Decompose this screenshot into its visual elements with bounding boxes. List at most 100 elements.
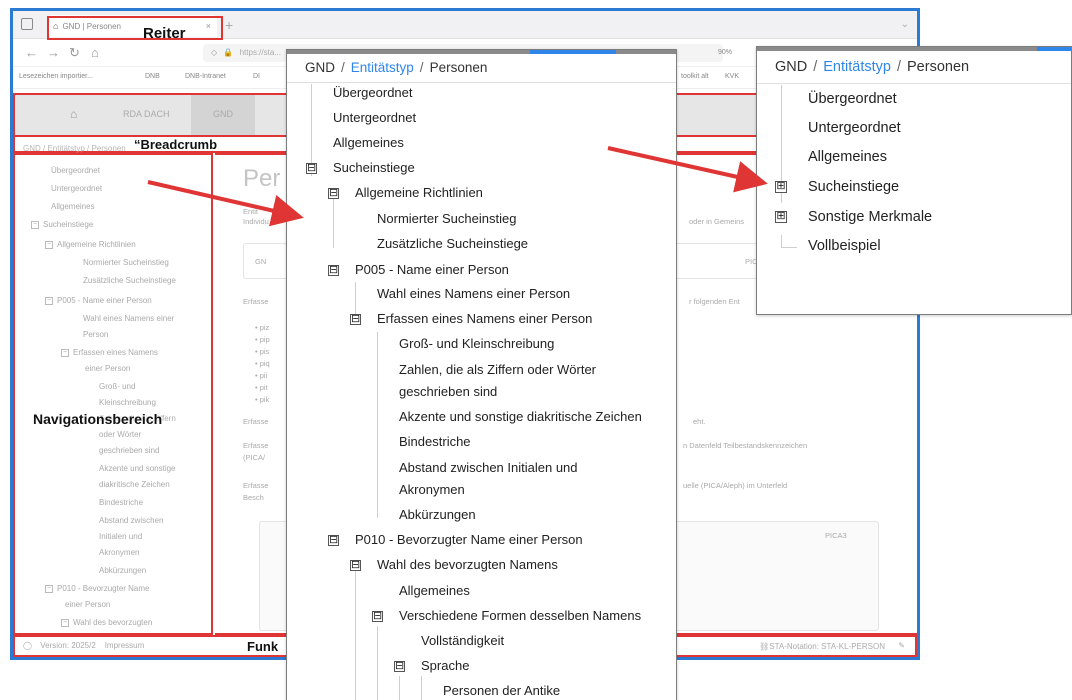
tree-item-zahlen-cont[interactable]: geschrieben sind [399, 382, 497, 402]
collapse-icon[interactable]: ⊟ [328, 535, 339, 546]
tree-item-allgemeines[interactable]: Allgemeines [808, 147, 887, 167]
nav-rda-dach[interactable]: RDA DACH [123, 109, 170, 119]
collapse-icon[interactable]: ⊟ [328, 188, 339, 199]
breadcrumb-entitaetstyp[interactable]: Entitätstyp [823, 59, 891, 75]
tree-item-allgemeines[interactable]: Allgemeines [333, 133, 404, 153]
nav-item[interactable]: − P010 - Bevorzugter Name [45, 583, 150, 594]
collapse-icon[interactable]: − [61, 348, 69, 357]
breadcrumb-gnd[interactable]: GND [305, 60, 335, 75]
tree-item-allgemeines-2[interactable]: Allgemeines [399, 581, 470, 601]
tree-item-sonstige-merkmale[interactable]: Sonstige Merkmale [808, 207, 932, 227]
bookmark-item[interactable]: KVK [725, 73, 739, 80]
breadcrumb-entitaetstyp[interactable]: Entitätstyp [351, 60, 414, 75]
new-tab-button[interactable]: + [225, 17, 233, 33]
nav-item[interactable]: Untergeordnet [51, 183, 102, 194]
nav-item[interactable]: geschrieben sind [99, 445, 159, 456]
tree-item-wahl-eines-namens[interactable]: Wahl eines Namens einer Person [377, 284, 570, 304]
nav-item[interactable]: einer Person [85, 363, 130, 374]
tree-item-akzente[interactable]: Akzente und sonstige diakritische Zeiche… [399, 407, 642, 427]
breadcrumb-gnd[interactable]: GND [775, 59, 807, 75]
tree-item-uebergeordnet[interactable]: Übergeordnet [333, 83, 413, 103]
bookmark-item[interactable]: DNB-Intranet [185, 73, 226, 80]
breadcrumb-annotation-label: “Breadcrumb [133, 137, 218, 152]
expand-icon[interactable]: ⊞ [775, 211, 787, 223]
nav-gnd[interactable]: GND [191, 95, 255, 135]
footer-impressum-link[interactable]: Impressum [105, 641, 145, 650]
collapse-icon[interactable]: − [61, 618, 69, 627]
tree-item-allgemeine-richtlinien[interactable]: Allgemeine Richtlinien [355, 183, 483, 203]
nav-item[interactable]: diakritische Zeichen [99, 479, 170, 490]
tree-item-untergeordnet[interactable]: Untergeordnet [333, 108, 416, 128]
tree-item-personen-der-antike[interactable]: Personen der Antike [443, 681, 560, 700]
nav-item[interactable]: Akzente und sonstige [99, 463, 176, 474]
tree-item-normierter-sucheinstieg[interactable]: Normierter Sucheinstieg [377, 209, 516, 229]
collapse-icon[interactable]: − [31, 220, 39, 229]
bookmark-item[interactable]: DNB [145, 73, 160, 80]
breadcrumb-entitaetstyp[interactable]: Entitätstyp [47, 144, 84, 153]
forward-icon[interactable]: → [47, 45, 60, 60]
reload-icon[interactable]: ↻ [69, 45, 80, 61]
nav-item[interactable]: einer Person [65, 599, 110, 610]
nav-item[interactable]: Zusätzliche Sucheinstiege [83, 275, 176, 286]
collapse-icon[interactable]: − [45, 584, 53, 593]
nav-item[interactable]: Normierter Sucheinstieg [83, 257, 169, 268]
tree-item-bindestriche[interactable]: Bindestriche [399, 432, 471, 452]
collapse-icon[interactable]: ⊟ [350, 314, 361, 325]
tree-item-abstand[interactable]: Abstand zwischen Initialen und [399, 458, 578, 478]
collapse-icon[interactable]: − [45, 296, 53, 305]
tree-item-vollbeispiel[interactable]: Vollbeispiel [808, 236, 881, 256]
collapse-icon[interactable]: ⊟ [372, 611, 383, 622]
tree-item-erfassen-eines-namens[interactable]: Erfassen eines Namens einer Person [377, 309, 592, 329]
nav-item[interactable]: Übergeordnet [51, 165, 100, 176]
tree-item-p005[interactable]: P005 - Name einer Person [355, 260, 509, 280]
breadcrumb-gnd[interactable]: GND [23, 144, 41, 153]
nav-item[interactable]: Wahl eines Namens einer [83, 313, 174, 324]
bookmark-item[interactable]: toolkit alt [681, 73, 709, 80]
tree-item-zusaetzliche-sucheinstiege[interactable]: Zusätzliche Sucheinstiege [377, 234, 528, 254]
tab-list-icon[interactable]: ⌄ [901, 19, 909, 30]
tree-item-untergeordnet[interactable]: Untergeordnet [808, 118, 901, 138]
tree-item-wahl-des-bevorzugten[interactable]: Wahl des bevorzugten Namens [377, 555, 558, 575]
expand-icon[interactable]: ⊞ [775, 181, 787, 193]
tree-item-gross-kleinschreibung[interactable]: Groß- und Kleinschreibung [399, 334, 554, 354]
collapse-icon[interactable]: ⊟ [328, 265, 339, 276]
edit-icon[interactable]: ✎ [898, 641, 905, 650]
nav-item[interactable]: Abkürzungen [99, 565, 146, 576]
tree-item-p010[interactable]: P010 - Bevorzugter Name einer Person [355, 530, 583, 550]
nav-item[interactable]: − P005 - Name einer Person [45, 295, 152, 306]
collapse-icon[interactable]: ⊟ [394, 661, 405, 672]
tree-item-vollstaendigkeit[interactable]: Vollständigkeit [421, 631, 504, 651]
tree-item-abkuerzungen[interactable]: Abkürzungen [399, 505, 476, 525]
nav-item[interactable]: oder Wörter [99, 429, 141, 440]
nav-item[interactable]: Kleinschreibung [99, 397, 156, 408]
tree-item-sprache[interactable]: Sprache [421, 656, 469, 676]
collapse-icon[interactable]: − [45, 240, 53, 249]
nav-item[interactable]: Bindestriche [99, 497, 143, 508]
tree-item-sucheinstiege[interactable]: Sucheinstiege [808, 177, 899, 197]
zoom-level[interactable]: 90% [718, 49, 732, 56]
tree-item-verschiedene-formen[interactable]: Verschiedene Formen desselben Namens [399, 606, 641, 626]
site-home-icon[interactable]: ⌂ [70, 107, 77, 121]
nav-item[interactable]: − Erfassen eines Namens [61, 347, 158, 358]
nav-item[interactable]: − Allgemeine Richtlinien [45, 239, 136, 250]
nav-item[interactable]: Person [83, 329, 108, 340]
nav-item[interactable]: Groß- und [99, 381, 135, 392]
bookmark-item[interactable]: Lesezeichen importier... [19, 73, 93, 80]
nav-item[interactable]: − Wahl des bevorzugten [61, 617, 152, 628]
github-icon[interactable]: ◯ [23, 641, 32, 650]
tree-item-abstand-cont[interactable]: Akronymen [399, 480, 465, 500]
nav-item[interactable]: Akronymen [99, 547, 139, 558]
collapse-icon[interactable]: ⊟ [306, 163, 317, 174]
nav-item[interactable]: − Sucheinstiege [31, 219, 93, 230]
bookmark-item[interactable]: DI [253, 73, 260, 80]
tree-item-uebergeordnet[interactable]: Übergeordnet [808, 89, 897, 109]
back-icon[interactable]: ← [25, 45, 38, 60]
tree-item-sucheinstiege[interactable]: Sucheinstiege [333, 158, 415, 178]
nav-item[interactable]: Allgemeines [51, 201, 95, 212]
tree-item-zahlen[interactable]: Zahlen, die als Ziffern oder Wörter [399, 360, 596, 380]
nav-item[interactable]: Abstand zwischen [99, 515, 163, 526]
window-menu-icon[interactable] [21, 18, 33, 30]
collapse-icon[interactable]: ⊟ [350, 560, 361, 571]
nav-item[interactable]: Initialen und [99, 531, 142, 542]
home-icon[interactable]: ⌂ [91, 45, 99, 60]
